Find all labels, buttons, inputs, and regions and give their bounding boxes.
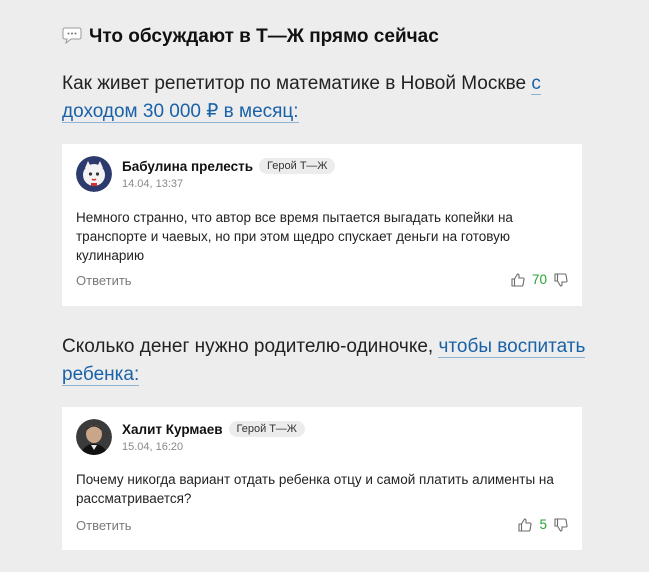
hero-badge: Герой Т—Ж [259,158,336,174]
post-intro: Сколько денег нужно родителю-одиночке, ч… [62,333,602,389]
comment-card: Халит Курмаев Герой Т—Ж 15.04, 16:20 Поч… [62,407,582,550]
section-title: Что обсуждают в Т—Ж прямо сейчас [89,26,439,47]
comment-text: Немного странно, что автор все время пыт… [76,210,513,263]
comment-author[interactable]: Халит Курмаев [122,422,223,437]
comment-card: Бабулина прелесть Герой Т—Ж 14.04, 13:37… [62,144,582,306]
comment-date[interactable]: 14.04, 13:37 [122,178,335,190]
thumbs-up-icon[interactable] [518,517,533,532]
post-intro-text: Сколько денег нужно родителю-одиночке, [62,336,439,357]
vote-controls: 5 [518,517,568,532]
post-intro-text: Как живет репетитор по математике в Ново… [62,73,532,94]
comment-date[interactable]: 15.04, 16:20 [122,441,305,453]
post-intro: Как живет репетитор по математике в Ново… [62,70,602,126]
thumbs-down-icon[interactable] [554,272,568,287]
vote-count: 70 [531,272,547,287]
section-heading: Что обсуждают в Т—Ж прямо сейчас [62,26,439,48]
comment-header: Халит Курмаев Герой Т—Ж 15.04, 16:20 [76,419,305,455]
hero-badge: Герой Т—Ж [228,421,305,437]
thumbs-down-icon[interactable] [554,517,568,532]
avatar[interactable] [76,156,112,192]
reply-button[interactable]: Ответить [76,273,132,288]
reply-button[interactable]: Ответить [76,518,132,533]
speech-balloon-icon [62,27,82,44]
comment-text: Почему никогда вариант отдать ребенка от… [76,472,554,506]
vote-count: 5 [539,517,547,532]
comment-header: Бабулина прелесть Герой Т—Ж 14.04, 13:37 [76,156,336,192]
comment-author[interactable]: Бабулина прелесть [122,159,253,174]
avatar[interactable] [76,419,112,455]
vote-controls: 70 [511,272,568,287]
thumbs-up-icon[interactable] [511,272,525,287]
